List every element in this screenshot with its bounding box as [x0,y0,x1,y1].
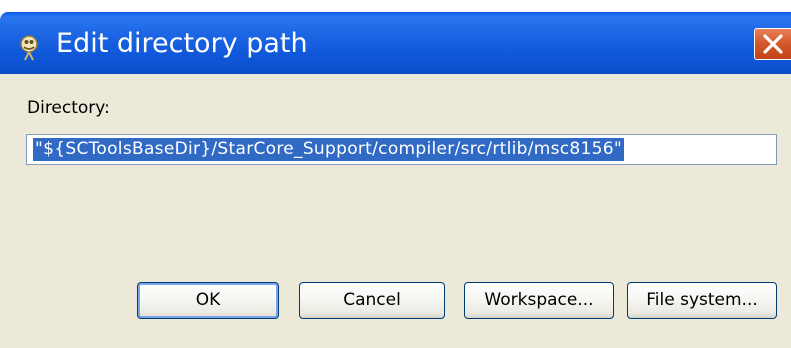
edit-directory-path-dialog: Edit directory path Directory: "${SCTool… [0,0,791,348]
dialog-body: Directory: "${SCToolsBaseDir}/StarCore_S… [0,74,791,348]
eclipse-dialog-icon [14,32,44,62]
directory-value[interactable]: "${SCToolsBaseDir}/StarCore_Support/comp… [33,138,625,161]
workspace-button[interactable]: Workspace... [464,282,614,319]
close-icon [763,34,783,54]
directory-label: Directory: [27,98,110,118]
file-system-button[interactable]: File system... [627,282,777,319]
directory-input[interactable]: "${SCToolsBaseDir}/StarCore_Support/comp… [26,134,777,165]
ok-button[interactable]: OK [137,282,279,319]
dialog-title: Edit directory path [56,28,308,59]
cancel-button[interactable]: Cancel [299,282,445,319]
title-bar[interactable]: Edit directory path [0,12,791,74]
close-button[interactable] [754,28,791,60]
